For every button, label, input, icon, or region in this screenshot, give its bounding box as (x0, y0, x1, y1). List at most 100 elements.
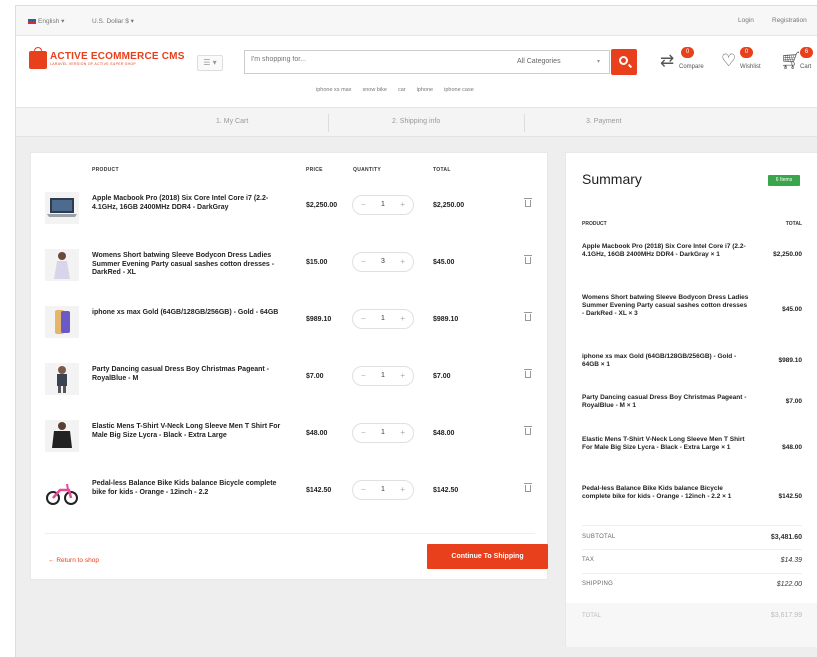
plus-icon[interactable]: + (400, 371, 405, 380)
flag-icon (28, 18, 36, 24)
registration-link[interactable]: Registration (772, 17, 807, 24)
header-product: PRODUCT (92, 167, 119, 173)
trash-icon[interactable] (524, 312, 532, 321)
compare-button[interactable]: ⇄ 0 Compare (660, 47, 706, 75)
product-price: $7.00 (306, 373, 324, 380)
item-count-badge: 6 Items (768, 175, 800, 186)
product-name[interactable]: Womens Short batwing Sleeve Bodycon Dres… (92, 252, 292, 278)
divider (582, 573, 802, 574)
summary-item-name: Pedal-less Balance Bike Kids balance Bic… (582, 485, 732, 500)
product-name[interactable]: Apple Macbook Pro (2018) Six Core Intel … (92, 195, 292, 212)
plus-icon[interactable]: + (400, 314, 405, 323)
continue-to-shipping-button[interactable]: Continue To Shipping (427, 544, 548, 569)
cart-button[interactable]: 🛒︎ 6 Cart (780, 47, 816, 75)
tax-value: $14.39 (780, 557, 802, 564)
summary-item-total: $2,250.00 (773, 251, 802, 258)
summary-item-total: $48.00 (782, 444, 802, 451)
line-total: $989.10 (433, 316, 459, 323)
shipping-value: $122.00 (776, 581, 802, 588)
plus-icon[interactable]: + (400, 200, 405, 209)
cart-row: Apple Macbook Pro (2018) Six Core Intel … (31, 183, 549, 240)
total-label: TOTAL (582, 613, 601, 619)
divider (45, 533, 535, 534)
category-select[interactable]: All Categories (517, 58, 561, 65)
summary-item-total: $7.00 (785, 398, 802, 405)
product-name[interactable]: iphone xs max Gold (64GB/128GB/256GB) - … (92, 309, 292, 318)
line-total: $142.50 (433, 487, 459, 494)
search-icon (619, 56, 628, 65)
subtotal-value: $3,481.60 (770, 534, 802, 541)
return-to-shop-link[interactable]: ← Return to shop (48, 557, 99, 564)
tag-link[interactable]: iphone (417, 87, 434, 93)
logo[interactable]: ACTIVE ECOMMERCE CMS LARAVEL VERSION OF … (29, 47, 185, 75)
search-button[interactable] (611, 49, 637, 75)
cart-count-badge: 6 (800, 47, 813, 58)
currency-select[interactable]: U.S. Dollar $ ▾ (92, 17, 134, 25)
step-divider (524, 114, 525, 132)
login-link[interactable]: Login (738, 17, 754, 24)
wishlist-button[interactable]: ♡ 0 Wishlist (721, 47, 763, 75)
cart-row: Pedal-less Balance Bike Kids balance Bic… (31, 468, 549, 525)
product-name[interactable]: Elastic Mens T-Shirt V-Neck Long Sleeve … (92, 423, 292, 440)
cart-icon: 🛒︎ (780, 51, 802, 70)
total-value: $3,617.99 (770, 612, 802, 619)
quantity-stepper[interactable]: −1 + (352, 195, 414, 215)
tag-link[interactable]: iphone xs max (316, 87, 351, 93)
product-price: $15.00 (306, 259, 328, 266)
trash-icon[interactable] (524, 483, 532, 492)
wishlist-count-badge: 0 (740, 47, 753, 58)
checkout-steps: 1. My Cart 2. Shipping info 3. Payment (16, 108, 817, 137)
boy-outfit-thumbnail[interactable] (45, 363, 79, 395)
plus-icon[interactable]: + (400, 485, 405, 494)
dress-thumbnail[interactable] (45, 249, 79, 281)
quantity-stepper[interactable]: −1 + (352, 366, 414, 386)
logo-title: ACTIVE ECOMMERCE CMS (50, 51, 185, 62)
tag-link[interactable]: car (398, 87, 406, 93)
tag-link[interactable]: iphone case (444, 87, 474, 93)
step-my-cart[interactable]: 1. My Cart (216, 118, 248, 125)
tag-link[interactable]: snow bike (362, 87, 386, 93)
trash-icon[interactable] (524, 426, 532, 435)
site-header: ACTIVE ECOMMERCE CMS LARAVEL VERSION OF … (16, 36, 817, 108)
line-total: $2,250.00 (433, 202, 465, 209)
search-input[interactable] (251, 56, 501, 63)
cart-row: Womens Short batwing Sleeve Bodycon Dres… (31, 240, 549, 297)
divider (582, 525, 802, 526)
trash-icon[interactable] (524, 369, 532, 378)
bike-thumbnail[interactable] (45, 477, 79, 509)
search-bar: All Categories ▾ (244, 50, 610, 74)
logo-subtitle: LARAVEL VERSION OF ACTIVE SUPER SHOP (50, 62, 137, 66)
quantity-stepper[interactable]: −3 + (352, 252, 414, 272)
product-name[interactable]: Pedal-less Balance Bike Kids balance Bic… (92, 480, 292, 497)
header-total: TOTAL (433, 167, 451, 173)
step-divider (328, 114, 329, 132)
compare-count-badge: 0 (681, 47, 694, 58)
language-label: English (38, 18, 60, 25)
quantity-stepper[interactable]: −1 + (352, 309, 414, 329)
category-menu-button[interactable]: ☰ ▾ (197, 55, 223, 71)
phone-thumbnail[interactable] (45, 306, 79, 338)
summary-item-name: Apple Macbook Pro (2018) Six Core Intel … (582, 243, 746, 258)
product-price: $48.00 (306, 430, 328, 437)
divider (582, 549, 802, 550)
heart-icon: ♡ (721, 51, 737, 70)
header-quantity: QUANTITY (353, 167, 381, 173)
trash-icon[interactable] (524, 255, 532, 264)
line-total: $45.00 (433, 259, 455, 266)
plus-icon[interactable]: + (400, 257, 405, 266)
step-payment[interactable]: 3. Payment (586, 118, 621, 125)
tshirt-thumbnail[interactable] (45, 420, 79, 452)
quantity-stepper[interactable]: −1 + (352, 423, 414, 443)
header-price: PRICE (306, 167, 323, 173)
line-total: $7.00 (433, 373, 451, 380)
quantity-stepper[interactable]: −1 + (352, 480, 414, 500)
trash-icon[interactable] (524, 198, 532, 207)
product-name[interactable]: Party Dancing casual Dress Boy Christmas… (92, 366, 292, 383)
summary-item-name: Elastic Mens T-Shirt V-Neck Long Sleeve … (582, 436, 745, 451)
wishlist-label: Wishlist (740, 64, 761, 70)
page-frame: English ▾ U.S. Dollar $ ▾ Login Registra… (15, 5, 817, 657)
step-shipping-info[interactable]: 2. Shipping info (392, 118, 440, 125)
laptop-thumbnail[interactable] (45, 192, 79, 224)
plus-icon[interactable]: + (400, 428, 405, 437)
language-select[interactable]: English ▾ (28, 17, 64, 25)
